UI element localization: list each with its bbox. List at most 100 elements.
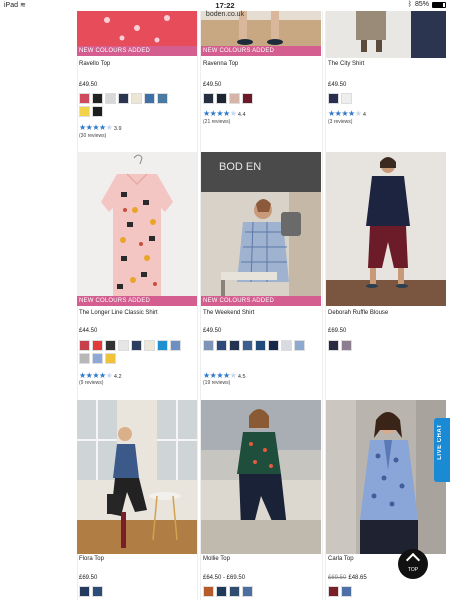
product-image[interactable] <box>326 400 446 554</box>
battery-icon <box>432 1 446 8</box>
product-name[interactable]: Flora Top <box>79 556 104 562</box>
review-count[interactable]: (3 reviews) <box>328 119 352 125</box>
colour-swatch[interactable] <box>341 340 352 351</box>
product-name[interactable]: Deborah Ruffle Blouse <box>328 310 388 316</box>
product-price: £64.50 - £69.50 <box>203 575 246 581</box>
product-card-carla-top[interactable]: Carla Top £69.50 £48.65 <box>326 400 446 600</box>
colour-swatch[interactable] <box>92 586 103 597</box>
colour-swatches <box>79 340 189 364</box>
product-name[interactable]: The Weekend Shirt <box>203 310 254 316</box>
colour-swatch[interactable] <box>105 93 116 104</box>
star-rating-icon: ★★★★★ <box>203 109 237 118</box>
product-card-longer-line-shirt[interactable]: NEW COLOURS ADDED The Longer Line Classi… <box>77 152 197 392</box>
colour-swatch[interactable] <box>229 340 240 351</box>
address-bar[interactable]: boden.co.uk <box>0 11 450 23</box>
product-price: £69.50 <box>79 575 98 581</box>
colour-swatches <box>328 586 444 597</box>
colour-swatch[interactable] <box>281 340 292 351</box>
colour-swatch[interactable] <box>79 106 90 117</box>
colour-swatch[interactable] <box>216 586 227 597</box>
product-card-flora-top[interactable]: Flora Top £69.50 <box>77 400 197 600</box>
colour-swatch[interactable] <box>118 340 129 351</box>
colour-swatch[interactable] <box>328 340 339 351</box>
colour-swatch[interactable] <box>79 340 90 351</box>
colour-swatch[interactable] <box>203 586 214 597</box>
product-price: £49.50 <box>328 82 347 88</box>
product-image[interactable] <box>77 400 197 554</box>
product-image[interactable] <box>77 152 197 306</box>
product-image[interactable] <box>201 400 321 554</box>
colour-swatch[interactable] <box>216 93 227 104</box>
colour-swatch[interactable] <box>242 340 253 351</box>
product-name[interactable]: The City Shirt <box>328 61 364 67</box>
colour-swatch[interactable] <box>92 353 103 364</box>
colour-swatch[interactable] <box>157 340 168 351</box>
star-rating-icon: ★★★★★ <box>79 123 113 132</box>
new-colours-badge: NEW COLOURS ADDED <box>77 296 197 306</box>
colour-swatch[interactable] <box>268 340 279 351</box>
colour-swatch[interactable] <box>105 353 116 364</box>
review-count[interactable]: (19 reviews) <box>203 380 230 386</box>
colour-swatch[interactable] <box>255 340 266 351</box>
product-rating[interactable]: ★★★★★ 4.2 <box>79 371 122 380</box>
colour-swatch[interactable] <box>341 93 352 104</box>
rating-value: 3.9 <box>113 126 122 132</box>
review-count[interactable]: (30 reviews) <box>79 133 106 139</box>
product-image[interactable]: BOD EN <box>201 152 321 306</box>
live-chat-label: LIVE CHAT <box>437 424 443 460</box>
colour-swatch[interactable] <box>118 93 129 104</box>
product-card-weekend-shirt[interactable]: BOD EN NEW COLOURS ADDED The Weekend Shi… <box>201 152 321 392</box>
colour-swatch[interactable] <box>79 93 90 104</box>
colour-swatch[interactable] <box>79 586 90 597</box>
colour-swatches <box>203 586 319 597</box>
review-count[interactable]: (9 reviews) <box>79 380 103 386</box>
colour-swatch[interactable] <box>92 106 103 117</box>
back-to-top-button[interactable]: TOP <box>398 549 428 579</box>
colour-swatch[interactable] <box>229 586 240 597</box>
product-name[interactable]: Mollie Top <box>203 556 230 562</box>
colour-swatch[interactable] <box>105 340 116 351</box>
product-name[interactable]: Ravello Top <box>79 61 110 67</box>
colour-swatch[interactable] <box>216 340 227 351</box>
product-name[interactable]: Ravenna Top <box>203 61 238 67</box>
colour-swatch[interactable] <box>144 93 155 104</box>
live-chat-button[interactable]: LIVE CHAT <box>434 418 450 482</box>
colour-swatch[interactable] <box>170 340 181 351</box>
colour-swatch[interactable] <box>242 93 253 104</box>
colour-swatch[interactable] <box>131 340 142 351</box>
colour-swatch[interactable] <box>328 586 339 597</box>
rating-value: 4.5 <box>237 374 246 380</box>
battery-percent: 85% <box>414 1 429 8</box>
colour-swatch[interactable] <box>242 586 253 597</box>
colour-swatch[interactable] <box>203 340 214 351</box>
product-card-deborah-ruffle-blouse[interactable]: Deborah Ruffle Blouse £69.50 <box>326 152 446 392</box>
colour-swatch[interactable] <box>294 340 305 351</box>
colour-swatches <box>203 340 313 351</box>
star-rating-icon: ★★★★★ <box>79 371 113 380</box>
colour-swatch[interactable] <box>131 93 142 104</box>
colour-swatch[interactable] <box>92 340 103 351</box>
colour-swatch[interactable] <box>341 586 352 597</box>
product-rating[interactable]: ★★★★★ 4.5 <box>203 371 246 380</box>
star-rating-icon: ★★★★★ <box>328 109 362 118</box>
product-name[interactable]: Carla Top <box>328 556 354 562</box>
product-rating[interactable]: ★★★★★ 3.9 <box>79 123 122 132</box>
star-rating-icon: ★★★★★ <box>203 371 237 380</box>
product-card-mollie-top[interactable]: Mollie Top £64.50 - £69.50 <box>201 400 321 600</box>
colour-swatch[interactable] <box>92 93 103 104</box>
colour-swatch[interactable] <box>79 353 90 364</box>
product-price: £49.50 <box>203 328 222 334</box>
new-colours-badge: NEW COLOURS ADDED <box>201 296 321 306</box>
product-image[interactable] <box>326 152 446 306</box>
product-rating[interactable]: ★★★★★ 4.4 <box>203 109 246 118</box>
colour-swatches <box>328 340 444 351</box>
chevron-up-icon <box>405 552 421 568</box>
product-name[interactable]: The Longer Line Classic Shirt <box>79 310 158 316</box>
colour-swatch[interactable] <box>203 93 214 104</box>
colour-swatch[interactable] <box>144 340 155 351</box>
review-count[interactable]: (21 reviews) <box>203 119 230 125</box>
colour-swatch[interactable] <box>229 93 240 104</box>
colour-swatch[interactable] <box>157 93 168 104</box>
product-rating[interactable]: ★★★★★ 4 <box>328 109 366 118</box>
colour-swatch[interactable] <box>328 93 339 104</box>
